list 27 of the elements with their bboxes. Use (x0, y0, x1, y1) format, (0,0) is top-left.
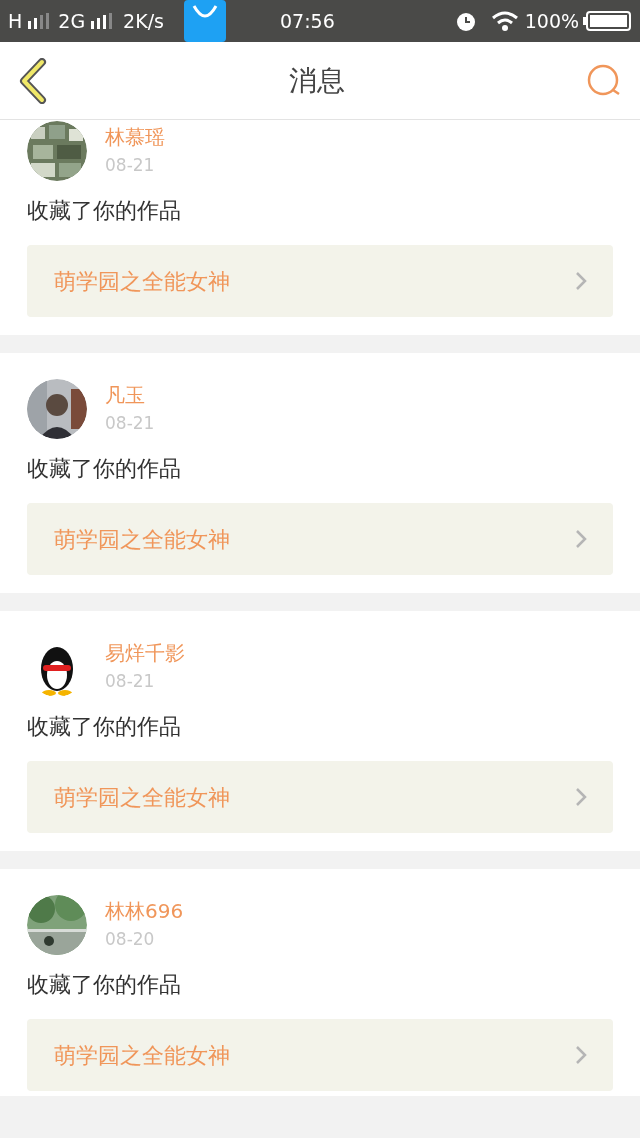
battery-level: 100% (524, 8, 580, 34)
message-text: 收藏了你的作品 (27, 971, 182, 999)
message-text: 收藏了你的作品 (27, 455, 182, 483)
page-title: 消息 (289, 62, 345, 99)
work-link[interactable]: 萌学园之全能女神 (27, 1019, 613, 1091)
user-name[interactable]: 林林696 (105, 897, 184, 925)
alarm-icon (454, 10, 477, 32)
network-speed: 2K/s (123, 8, 164, 34)
user-name[interactable]: 凡玉 (105, 381, 155, 409)
chevron-right-icon (575, 1045, 587, 1065)
user-name[interactable]: 易烊千影 (105, 639, 185, 667)
chevron-right-icon (575, 787, 587, 807)
battery-icon (583, 11, 632, 31)
work-link[interactable]: 萌学园之全能女神 (27, 761, 613, 833)
message-text: 收藏了你的作品 (27, 713, 182, 741)
chevron-right-icon (575, 529, 587, 549)
work-link[interactable]: 萌学园之全能女神 (27, 503, 613, 575)
user-name[interactable]: 林慕瑶 (105, 123, 165, 151)
chevron-right-icon (575, 271, 587, 291)
clock: 07:56 (279, 8, 335, 34)
back-button[interactable] (18, 57, 48, 104)
wifi-icon (490, 10, 519, 32)
back-icon (18, 57, 48, 104)
work-link[interactable]: 萌学园之全能女神 (27, 245, 613, 317)
network-label: 2G (58, 8, 86, 34)
message-text: 收藏了你的作品 (27, 197, 182, 225)
network-label: H (8, 8, 23, 34)
